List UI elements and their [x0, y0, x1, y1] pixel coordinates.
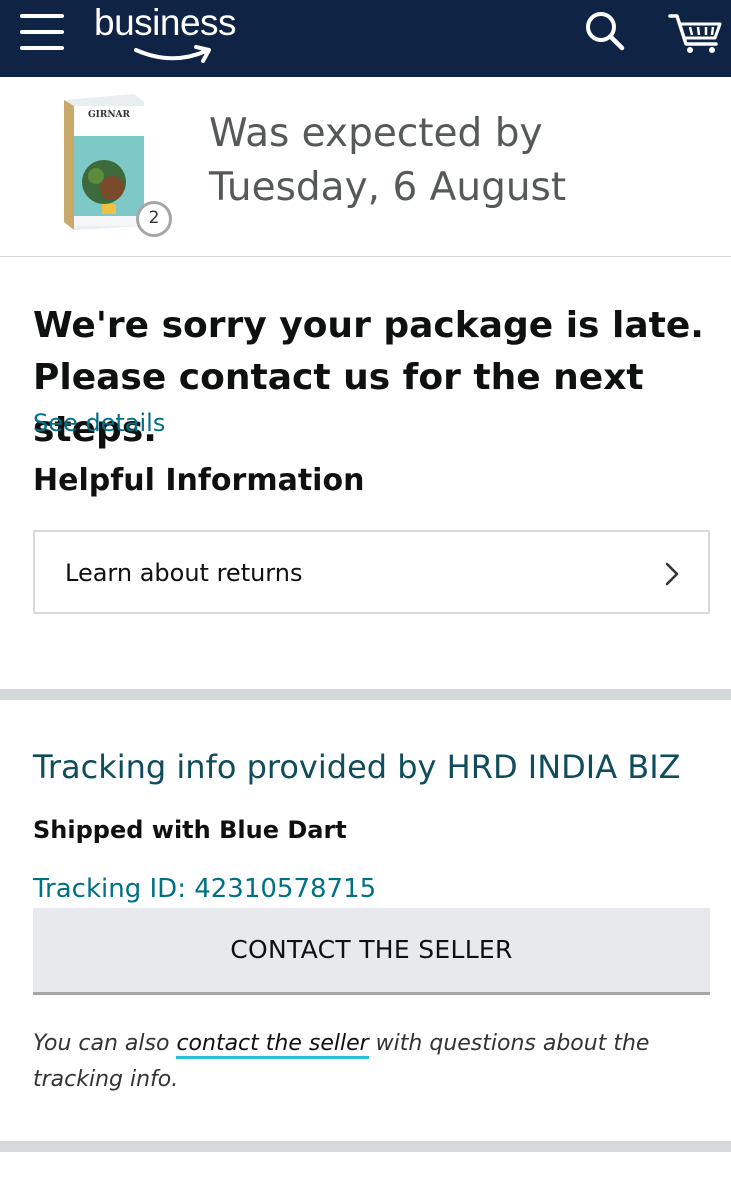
cart-icon[interactable]	[668, 10, 724, 54]
smile-arrow-icon	[134, 45, 211, 63]
product-image[interactable]: GIRNAR	[52, 90, 152, 230]
carrier-label: Shipped with Blue Dart	[33, 816, 347, 844]
order-summary[interactable]: GIRNAR 2 Was expected by Tuesday, 6 Augu…	[0, 77, 731, 257]
late-message-line1: We're sorry your package is late.	[33, 305, 704, 346]
tracking-info-title: Tracking info provided by HRD INDIA BIZ	[33, 748, 681, 786]
business-logo[interactable]: business	[94, 2, 264, 68]
tracking-id-link[interactable]: Tracking ID: 42310578715	[33, 874, 376, 904]
expected-date: Tuesday, 6 August	[209, 165, 567, 210]
delivery-expected: Was expected by Tuesday, 6 August	[209, 107, 566, 215]
returns-label: Learn about returns	[65, 559, 303, 587]
note-prefix: You can also	[33, 1031, 177, 1056]
hamburger-menu-icon[interactable]	[20, 12, 66, 52]
product-brand-label: GIRNAR	[88, 110, 131, 120]
section-divider	[0, 1141, 731, 1152]
section-divider	[0, 689, 731, 700]
search-icon[interactable]	[584, 10, 626, 52]
brand-wordmark: business	[94, 2, 237, 43]
contact-seller-link[interactable]: contact the seller	[176, 1031, 369, 1059]
contact-seller-button[interactable]: CONTACT THE SELLER	[33, 908, 710, 995]
chevron-right-icon	[665, 562, 679, 586]
helpful-information-heading: Helpful Information	[33, 463, 365, 498]
expected-label: Was expected by	[209, 111, 543, 156]
tracking-help-note: You can also contact the seller with que…	[33, 1026, 713, 1098]
late-message-line2: Please contact us for the next steps.	[33, 357, 644, 450]
learn-about-returns-button[interactable]: Learn about returns	[33, 530, 710, 614]
quantity-badge: 2	[136, 201, 172, 237]
see-details-link[interactable]: See details	[33, 409, 165, 437]
top-nav-bar: business	[0, 0, 731, 77]
